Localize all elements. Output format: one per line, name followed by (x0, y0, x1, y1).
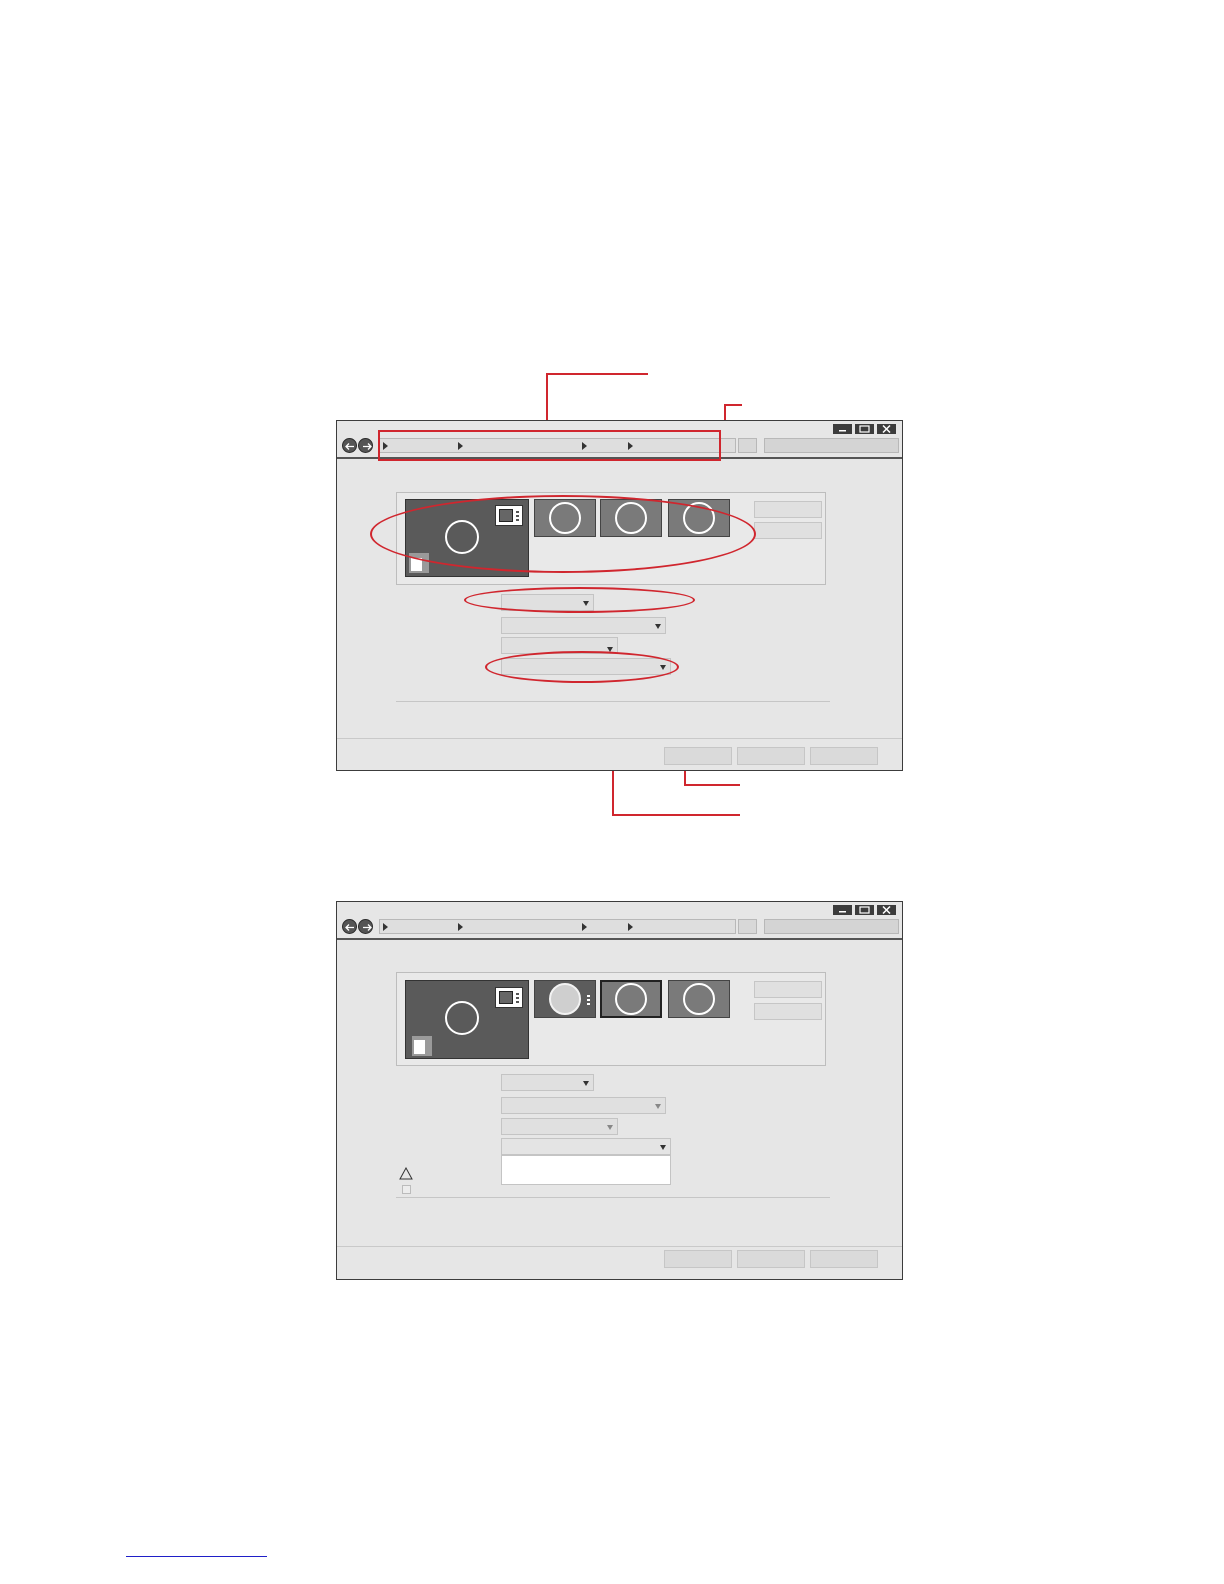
callout-line-dropdown4-h (612, 814, 740, 816)
monitor-settings-icon[interactable] (495, 987, 523, 1008)
detect-button[interactable] (754, 1003, 822, 1020)
dropdown-resolution[interactable] (501, 1097, 666, 1114)
cancel-button[interactable] (737, 747, 805, 765)
breadcrumb-arrow-icon[interactable] (628, 923, 633, 931)
refresh-button[interactable] (738, 919, 757, 934)
content-divider (396, 701, 830, 702)
maximize-icon (855, 905, 874, 915)
dropdown-arrow-icon (660, 1145, 666, 1150)
back-button[interactable] (342, 919, 357, 934)
minimize-icon (833, 905, 852, 915)
minimize-icon (833, 424, 852, 434)
forward-arrow-icon (363, 443, 372, 450)
callout-line-breadcrumb-h (546, 373, 648, 375)
search-input[interactable] (764, 919, 899, 934)
detect-button[interactable] (754, 522, 822, 539)
breadcrumb-arrow-icon[interactable] (582, 923, 587, 931)
dropdown-multiple-displays[interactable] (501, 1138, 671, 1155)
dropdown-arrow-icon (655, 624, 661, 629)
highlight-dropdown-multiple-displays (485, 651, 679, 683)
back-arrow-icon (345, 924, 354, 931)
dropdown-display[interactable] (501, 1074, 594, 1091)
search-input[interactable] (764, 438, 899, 453)
ok-button[interactable] (664, 1250, 732, 1268)
identify-button[interactable] (754, 501, 822, 518)
refresh-button[interactable] (738, 438, 757, 453)
cancel-button[interactable] (737, 1250, 805, 1268)
footer-link-underline[interactable] (126, 1556, 267, 1557)
callout-line-dropdown1-h (684, 784, 740, 786)
close-icon (877, 905, 896, 915)
footer-separator (337, 738, 902, 739)
highlight-dropdown-display (464, 587, 695, 613)
monitor-number-circle (683, 983, 715, 1015)
forward-button[interactable] (358, 919, 373, 934)
callout-line-monitors-h (724, 404, 742, 406)
apply-button[interactable] (810, 1250, 878, 1268)
monitor-number-circle (445, 1001, 479, 1035)
minimize-button[interactable] (833, 424, 852, 434)
close-button[interactable] (877, 905, 896, 915)
identify-button[interactable] (754, 981, 822, 998)
breadcrumb-arrow-icon[interactable] (383, 923, 388, 931)
highlight-breadcrumb (378, 430, 721, 461)
forward-button[interactable] (358, 438, 373, 453)
dropdown-arrow-icon (583, 1081, 589, 1086)
dropdown-resolution[interactable] (501, 617, 666, 634)
address-bar[interactable] (379, 919, 736, 934)
checkbox-icon[interactable] (402, 1185, 411, 1194)
dropdown-arrow-icon (607, 1125, 613, 1130)
apply-button[interactable] (810, 747, 878, 765)
minimize-button[interactable] (833, 905, 852, 915)
menu-bar-icon[interactable] (412, 1036, 432, 1056)
close-button[interactable] (877, 424, 896, 434)
forward-arrow-icon (363, 924, 372, 931)
monitor-number-circle (615, 983, 647, 1015)
secondary-monitor[interactable] (668, 980, 730, 1018)
toolbar-separator (337, 938, 902, 940)
dropdown-orientation[interactable] (501, 1118, 618, 1135)
dropdown-options-list[interactable] (501, 1155, 671, 1185)
footer-separator (337, 1246, 902, 1247)
display-arrangement-panel (396, 972, 826, 1066)
warning-triangle-icon (399, 1166, 413, 1180)
ok-button[interactable] (664, 747, 732, 765)
maximize-button[interactable] (855, 905, 874, 915)
secondary-monitor-selected[interactable] (600, 980, 662, 1018)
maximize-icon (855, 424, 874, 434)
breadcrumb-arrow-icon[interactable] (458, 923, 463, 931)
content-divider (396, 1197, 830, 1198)
back-arrow-icon (345, 443, 354, 450)
maximize-button[interactable] (855, 424, 874, 434)
secondary-monitor[interactable] (534, 980, 596, 1018)
highlight-monitors (370, 495, 756, 573)
close-icon (877, 424, 896, 434)
settings-window-expanded (336, 901, 903, 1280)
dropdown-arrow-icon (655, 1104, 661, 1109)
back-button[interactable] (342, 438, 357, 453)
main-monitor[interactable] (405, 980, 529, 1059)
monitor-number-circle (549, 983, 581, 1015)
